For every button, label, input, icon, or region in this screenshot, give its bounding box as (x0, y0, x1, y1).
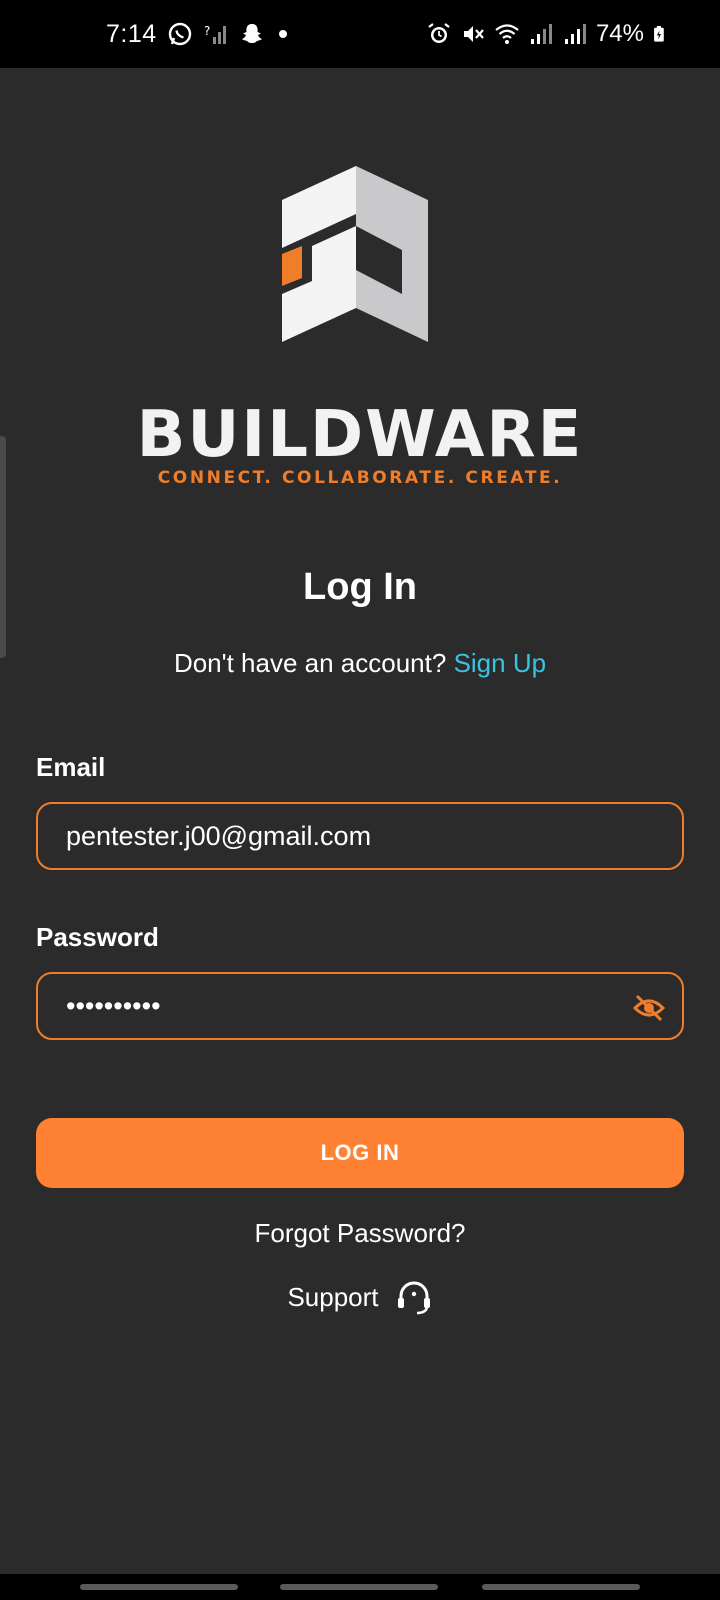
eye-off-icon[interactable] (632, 991, 666, 1025)
buildware-logo-icon (282, 166, 428, 342)
password-field[interactable]: •••••••••• (36, 972, 684, 1040)
signal-icon (564, 24, 586, 44)
support-link[interactable]: Support (0, 1278, 720, 1316)
signal-icon (530, 24, 552, 44)
support-label: Support (287, 1281, 379, 1312)
nav-back-button[interactable] (482, 1584, 640, 1590)
status-right: 74% (426, 0, 670, 68)
password-value: •••••••••• (66, 990, 161, 1021)
brand-wordmark: BUILDWARE (136, 398, 584, 472)
navigation-bar (0, 1574, 720, 1600)
signal-unknown-icon: ? (204, 24, 226, 44)
battery-charging-icon (654, 26, 664, 42)
email-value: pentester.j00@gmail.com (66, 820, 372, 851)
signup-prompt-row: Don't have an account? Sign Up (0, 648, 720, 679)
page-title: Log In (303, 566, 417, 608)
nav-recents-button[interactable] (80, 1584, 238, 1590)
notification-dot (278, 30, 287, 38)
password-label: Password (36, 922, 159, 952)
signup-link[interactable]: Sign Up (454, 648, 547, 678)
wifi-icon (495, 24, 519, 44)
forgot-password-link[interactable]: Forgot Password? (0, 1218, 720, 1249)
brand-tagline: CONNECT. COLLABORATE. CREATE. (157, 468, 563, 488)
mute-icon (463, 26, 484, 42)
status-time: 7:14 (106, 19, 157, 48)
whatsapp-icon (168, 22, 191, 46)
status-bar: 7:14 ? 74% (0, 0, 720, 68)
login-button[interactable]: LOG IN (36, 1118, 684, 1188)
signup-prompt: Don't have an account? (173, 648, 447, 678)
nav-home-button[interactable] (280, 1584, 438, 1590)
status-left: 7:14 ? (106, 0, 287, 68)
alarm-icon (428, 23, 450, 43)
snapchat-icon (241, 24, 262, 43)
svg-text:?: ? (204, 24, 210, 38)
email-label: Email (36, 752, 106, 782)
headset-icon (397, 1281, 430, 1315)
email-field[interactable]: pentester.j00@gmail.com (36, 802, 684, 870)
battery-percent: 74% (595, 20, 644, 47)
